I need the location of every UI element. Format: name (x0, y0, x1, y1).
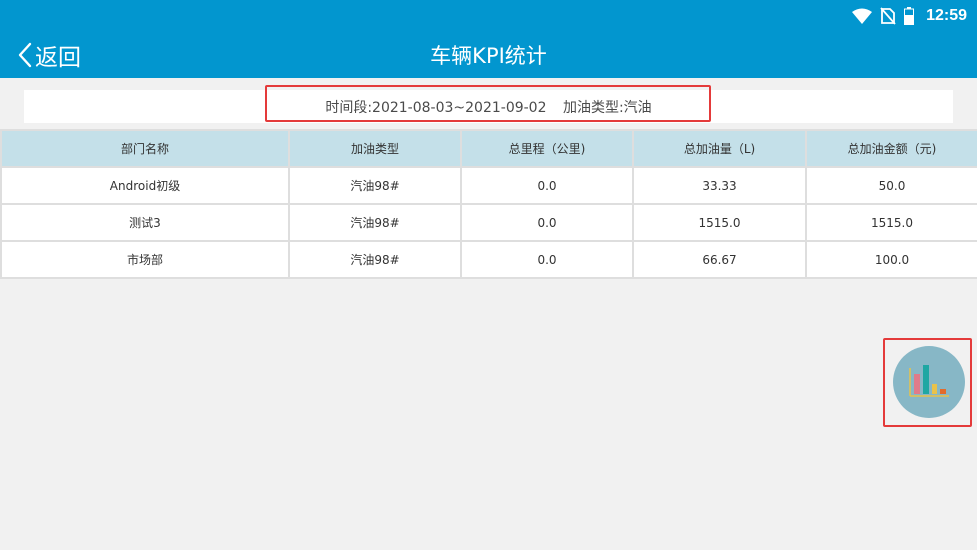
filter-highlight-box (265, 85, 711, 122)
cell-department: 测试3 (0, 203, 290, 242)
wifi-icon (852, 8, 873, 24)
cell-department: 市场部 (0, 240, 290, 279)
cell-fuel-type: 汽油98# (288, 203, 462, 242)
status-time: 12:59 (926, 7, 967, 24)
app-bar: 返回 车辆KPI统计 (0, 32, 977, 78)
cell-fuel-volume: 66.67 (632, 240, 807, 279)
table-row[interactable]: Android初级 汽油98# 0.0 33.33 50.0 (0, 166, 977, 205)
kpi-table: 部门名称 加油类型 总里程（公里) 总加油量（L) 总加油金额（元) Andro… (0, 129, 977, 279)
column-header-fuel-volume: 总加油量（L) (632, 129, 807, 168)
cell-fuel-volume: 33.33 (632, 166, 807, 205)
cell-fuel-type: 汽油98# (288, 240, 462, 279)
table-header-row: 部门名称 加油类型 总里程（公里) 总加油量（L) 总加油金额（元) (0, 129, 977, 168)
page-title: 车辆KPI统计 (430, 44, 547, 68)
fab-highlight-box (883, 338, 972, 427)
cell-fuel-amount: 50.0 (805, 166, 977, 205)
column-header-department: 部门名称 (0, 129, 290, 168)
table-row[interactable]: 市场部 汽油98# 0.0 66.67 100.0 (0, 240, 977, 279)
column-header-mileage: 总里程（公里) (460, 129, 634, 168)
cell-fuel-volume: 1515.0 (632, 203, 807, 242)
cell-mileage: 0.0 (460, 166, 634, 205)
table-row[interactable]: 测试3 汽油98# 0.0 1515.0 1515.0 (0, 203, 977, 242)
cell-fuel-amount: 100.0 (805, 240, 977, 279)
column-header-fuel-type: 加油类型 (288, 129, 462, 168)
battery-icon (904, 7, 915, 25)
status-icons: 12:59 (852, 6, 967, 26)
cell-fuel-amount: 1515.0 (805, 203, 977, 242)
no-sim-icon (880, 7, 896, 25)
cell-mileage: 0.0 (460, 240, 634, 279)
column-header-fuel-amount: 总加油金额（元) (805, 129, 977, 168)
cell-department: Android初级 (0, 166, 290, 205)
cell-mileage: 0.0 (460, 203, 634, 242)
status-bar: 12:59 (0, 0, 977, 32)
cell-fuel-type: 汽油98# (288, 166, 462, 205)
